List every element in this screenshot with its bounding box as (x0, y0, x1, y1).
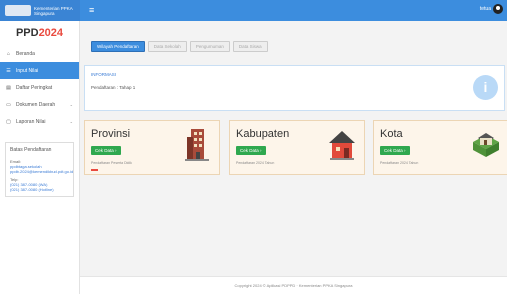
tab-data-sekolah[interactable]: Data Sekolah (147, 41, 187, 52)
sidebar-item-laporan-nilai[interactable]: ▢ Laporan Nilai ⌄ (0, 113, 79, 130)
logo-year: 2024 (38, 27, 64, 39)
email-value-2[interactable]: ppdb.2024@kemendikbud.pdt.go.id (10, 169, 73, 174)
tab-data-siswa[interactable]: Data Siswa (232, 41, 268, 52)
logo-prefix: PPD (15, 27, 39, 39)
building-icon (185, 129, 209, 161)
card-kota: Kota Cek Data › Pendaftaran 2024 Tahun (373, 120, 507, 175)
card-accent-bar (91, 169, 98, 171)
info-icon: i (473, 75, 498, 100)
card-subtitle: Pendaftaran 2024 Tahun (380, 161, 419, 165)
sidebar-item-label: Dokumen Daerah (16, 101, 56, 108)
house-icon (329, 131, 355, 160)
card-provinsi: Provinsi Cek Data › Pendaftaran Peserta … (84, 120, 220, 175)
sidebar: PPD2024 ⌂ Beranda ☰ Input Nilai ▤ Daftar… (0, 21, 80, 294)
cek-data-button[interactable]: Cek Data › (91, 146, 121, 155)
cek-data-button[interactable]: Cek Data › (236, 146, 266, 155)
cottage-icon (473, 133, 499, 157)
user-name: tetua (479, 6, 491, 12)
chevron-down-icon: ⌄ (69, 102, 73, 107)
app-logo[interactable]: PPD2024 (0, 25, 79, 45)
sidebar-item-label: Daftar Peringkat (16, 84, 53, 91)
top-bar: Kementerian PPKA Singapura ≡ tetua (0, 0, 507, 21)
footer: Copyright 2024 © Aplikasi PDPPD · Kement… (80, 276, 507, 294)
brand-text: Kementerian PPKA Singapura (34, 5, 73, 16)
brand-logo (5, 5, 31, 16)
tab-wilayah-pendaftaran[interactable]: Wilayah Pendaftaran (91, 41, 145, 52)
card-kabupaten: Kabupaten Cek Data › Pendaftaran 2024 Ta… (229, 120, 365, 175)
sidebar-item-label: Laporan Nilai (16, 118, 46, 125)
tab-pengumuman[interactable]: Pengumuman (189, 41, 230, 52)
card-subtitle: Pendaftaran Peserta Didik (91, 161, 132, 165)
card-subtitle: Pendaftaran 2024 Tahun (236, 161, 275, 165)
card-title: Kota (380, 128, 403, 140)
sidebar-item-label: Beranda (16, 50, 35, 57)
sidebar-item-label: Input Nilai (16, 67, 39, 74)
user-avatar-icon (493, 4, 503, 14)
document-icon: ▤ (6, 84, 11, 91)
contact-info-title: Batas Pendaftaran (10, 147, 52, 153)
home-icon: ⌂ (6, 50, 11, 57)
card-title: Provinsi (91, 128, 131, 140)
list-icon: ☰ (6, 67, 11, 74)
sidebar-item-dokumen-daerah[interactable]: ▭ Dokumen Daerah ⌄ (0, 96, 79, 113)
brand[interactable]: Kementerian PPKA Singapura (0, 0, 80, 21)
chevron-down-icon: ⌄ (69, 119, 73, 124)
user-menu[interactable]: tetua (480, 4, 503, 14)
monitor-icon: ▢ (6, 118, 11, 125)
phone-value-2[interactable]: (021) 387-0080 (Hotline) (10, 187, 69, 192)
sidebar-item-input-nilai[interactable]: ☰ Input Nilai (0, 62, 79, 79)
folder-icon: ▭ (6, 101, 11, 108)
tab-bar: Wilayah Pendaftaran Data Sekolah Pengumu… (91, 41, 268, 52)
cek-data-button[interactable]: Cek Data › (380, 146, 410, 155)
card-title: Kabupaten (236, 128, 290, 140)
hamburger-icon[interactable]: ≡ (89, 5, 94, 15)
sidebar-item-beranda[interactable]: ⌂ Beranda (0, 45, 79, 62)
info-panel-title: INFORMASI (91, 72, 117, 77)
info-panel-body: Pendaftaran : Tahap 1 (91, 85, 136, 90)
info-panel: INFORMASI Pendaftaran : Tahap 1 i (84, 65, 505, 111)
sidebar-item-daftar-peringkat[interactable]: ▤ Daftar Peringkat (0, 79, 79, 96)
contact-info-box: Batas Pendaftaran Email: ppdbtaga.sekola… (5, 142, 74, 197)
